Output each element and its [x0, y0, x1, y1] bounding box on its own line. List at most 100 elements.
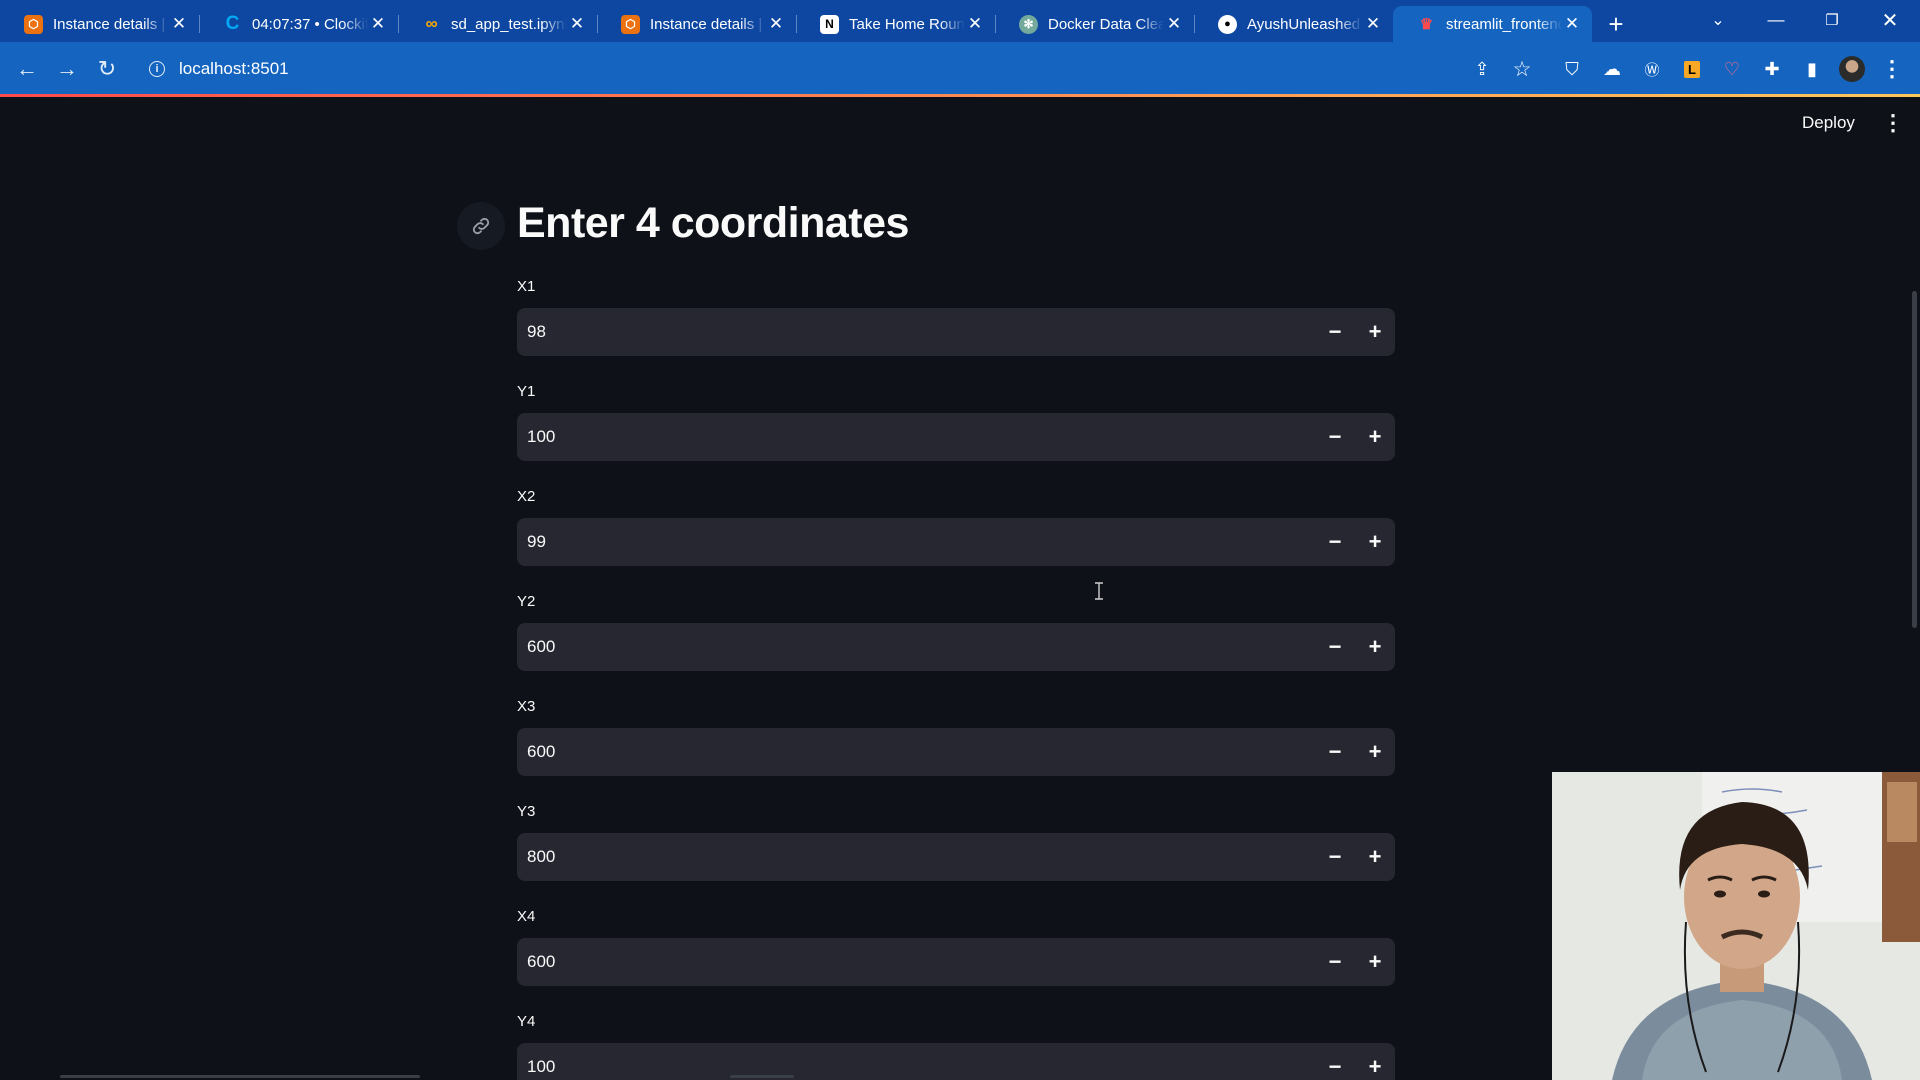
back-arrow-icon[interactable]: ← — [9, 51, 45, 87]
decrement-button[interactable]: − — [1315, 413, 1355, 461]
openai-icon: ✻ — [1019, 14, 1038, 34]
tab-title: Docker Data Clean — [1048, 15, 1164, 33]
increment-button[interactable]: + — [1355, 413, 1395, 461]
close-icon[interactable]: ✕ — [1164, 14, 1184, 34]
site-info-icon[interactable]: i — [149, 61, 165, 77]
side-panel-icon[interactable]: ▮ — [1796, 53, 1828, 85]
profile-avatar[interactable] — [1836, 53, 1868, 85]
share-icon[interactable]: ⇪ — [1466, 53, 1498, 85]
decrement-button[interactable]: − — [1315, 518, 1355, 566]
browser-tab[interactable]: ● AyushUnleashed ✕ — [1194, 6, 1393, 42]
number-input-y3[interactable]: 800 − + — [517, 833, 1395, 881]
aws-icon: ⬡ — [24, 14, 43, 34]
increment-button[interactable]: + — [1355, 1043, 1395, 1080]
tab-title: 04:07:37 • Clockify — [252, 15, 368, 33]
tab-title: Instance details | — [53, 15, 166, 33]
close-icon[interactable]: ✕ — [965, 14, 985, 34]
link-icon[interactable] — [457, 202, 505, 250]
browser-tab[interactable]: ⬡ Instance details | ✕ — [0, 6, 199, 42]
increment-button[interactable]: + — [1355, 623, 1395, 671]
increment-button[interactable]: + — [1355, 833, 1395, 881]
address-bar[interactable]: i localhost:8501 — [137, 50, 1509, 88]
w-extension-icon[interactable]: Ⓦ — [1636, 53, 1668, 85]
notion-icon: N — [820, 14, 839, 34]
input-value[interactable]: 100 — [517, 427, 1315, 447]
browser-tab[interactable]: ∞ sd_app_test.ipynb ✕ — [398, 6, 597, 42]
text-cursor-icon — [1095, 582, 1103, 600]
close-icon[interactable]: ✕ — [1363, 14, 1383, 34]
close-icon[interactable]: ✕ — [169, 14, 189, 34]
input-value[interactable]: 600 — [517, 952, 1315, 972]
clockify-icon: C — [225, 13, 240, 34]
close-icon[interactable]: ✕ — [567, 14, 587, 34]
decrement-button[interactable]: − — [1315, 308, 1355, 356]
input-value[interactable]: 800 — [517, 847, 1315, 867]
input-value[interactable]: 100 — [517, 1057, 1315, 1077]
input-value[interactable]: 600 — [517, 637, 1315, 657]
scrollbar-thumb[interactable] — [1912, 291, 1917, 628]
webcam-overlay — [1552, 772, 1920, 1080]
tab-search-icon[interactable]: ⌄ — [1690, 0, 1746, 40]
increment-button[interactable]: + — [1355, 308, 1395, 356]
url-text[interactable]: localhost:8501 — [179, 59, 289, 79]
browser-tab-active[interactable]: ♛ streamlit_frontend ✕ — [1393, 6, 1592, 42]
extensions-puzzle-icon[interactable]: ✚ — [1756, 53, 1788, 85]
decrement-button[interactable]: − — [1315, 623, 1355, 671]
field-label-x3: X3 — [517, 698, 536, 715]
number-input-x1[interactable]: 98 − + — [517, 308, 1395, 356]
number-input-y2[interactable]: 600 − + — [517, 623, 1395, 671]
increment-button[interactable]: + — [1355, 518, 1395, 566]
bookmark-star-icon[interactable]: ☆ — [1506, 53, 1538, 85]
new-tab-button[interactable]: + — [1596, 6, 1636, 42]
close-icon[interactable]: ✕ — [368, 14, 388, 34]
decrement-button[interactable]: − — [1315, 728, 1355, 776]
field-label-y1: Y1 — [517, 383, 536, 400]
forward-arrow-icon[interactable]: → — [49, 51, 85, 87]
minimize-button[interactable]: — — [1748, 0, 1804, 40]
presenter-video — [1552, 772, 1920, 1080]
decrement-button[interactable]: − — [1315, 1043, 1355, 1080]
window-close-button[interactable]: ✕ — [1862, 0, 1918, 40]
browser-tab[interactable]: ✻ Docker Data Clean ✕ — [995, 6, 1194, 42]
tab-title: Instance details | — [650, 15, 763, 33]
aws-icon: ⬡ — [621, 14, 640, 34]
decrement-button[interactable]: − — [1315, 833, 1355, 881]
restore-button[interactable]: ❐ — [1804, 0, 1860, 40]
input-value[interactable]: 99 — [517, 532, 1315, 552]
field-label-y3: Y3 — [517, 803, 536, 820]
cloud-extension-icon[interactable]: ☁ — [1596, 53, 1628, 85]
horizontal-scrollbar[interactable] — [60, 1075, 420, 1078]
bitwarden-extension-icon[interactable]: ⛉ — [1556, 53, 1588, 85]
input-value[interactable]: 600 — [517, 742, 1315, 762]
number-input-y1[interactable]: 100 − + — [517, 413, 1395, 461]
reload-icon[interactable]: ↻ — [89, 51, 125, 87]
browser-toolbar: ← → ↻ i localhost:8501 ⇪ ☆ ⛉ ☁ Ⓦ L ♡ ✚ ▮… — [0, 42, 1920, 96]
field-label-y4: Y4 — [517, 1013, 536, 1030]
browser-tab[interactable]: ⬡ Instance details | ✕ — [597, 6, 796, 42]
increment-button[interactable]: + — [1355, 728, 1395, 776]
field-label-x1: X1 — [517, 278, 536, 295]
input-value[interactable]: 98 — [517, 322, 1315, 342]
deploy-button[interactable]: Deploy — [1794, 110, 1863, 136]
browser-menu-icon[interactable]: ⋮ — [1876, 53, 1908, 85]
github-icon: ● — [1218, 14, 1237, 34]
number-input-y4[interactable]: 100 − + — [517, 1043, 1395, 1080]
browser-tab[interactable]: N Take Home Round ✕ — [796, 6, 995, 42]
tab-title: AyushUnleashed — [1247, 15, 1361, 33]
increment-button[interactable]: + — [1355, 938, 1395, 986]
streamlit-icon: ♛ — [1419, 16, 1434, 33]
number-input-x2[interactable]: 99 − + — [517, 518, 1395, 566]
main-menu-icon[interactable]: ⋮ — [1880, 110, 1906, 136]
horizontal-scrollbar-thumb[interactable] — [730, 1075, 794, 1078]
number-input-x3[interactable]: 600 − + — [517, 728, 1395, 776]
close-icon[interactable]: ✕ — [1562, 14, 1582, 34]
browser-tab[interactable]: C 04:07:37 • Clockify ✕ — [199, 6, 398, 42]
field-label-y2: Y2 — [517, 593, 536, 610]
decrement-button[interactable]: − — [1315, 938, 1355, 986]
pocket-extension-icon[interactable]: ♡ — [1716, 53, 1748, 85]
l-extension-icon[interactable]: L — [1676, 53, 1708, 85]
close-icon[interactable]: ✕ — [766, 14, 786, 34]
number-input-x4[interactable]: 600 − + — [517, 938, 1395, 986]
tab-title: sd_app_test.ipynb — [451, 15, 567, 33]
tab-strip: ⬡ Instance details | ✕ C 04:07:37 • Cloc… — [0, 0, 1920, 42]
